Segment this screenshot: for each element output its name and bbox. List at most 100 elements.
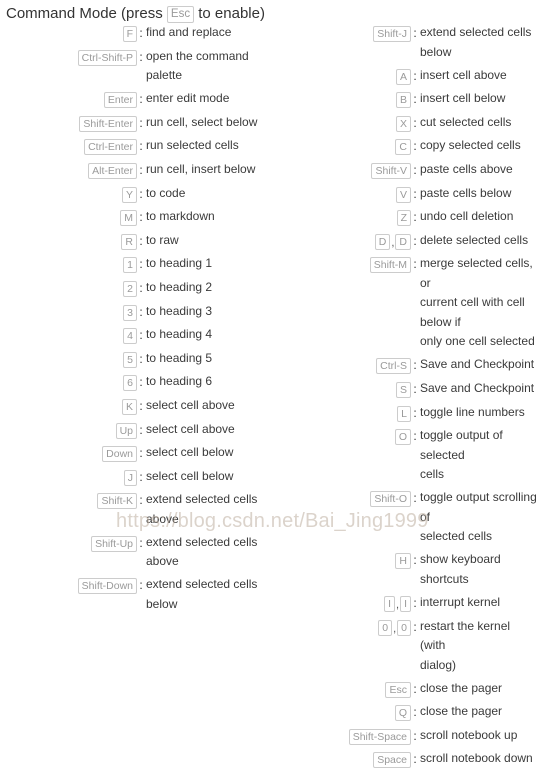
shortcut-row: Enter: enter edit mode xyxy=(0,91,272,109)
shortcut-colon: : xyxy=(139,26,143,40)
shortcut-colon: : xyxy=(413,92,417,107)
shortcut-description-line: Save and Checkpoint xyxy=(420,381,535,396)
shortcut-description-line: select cell below xyxy=(146,468,234,483)
shortcut-row: J: select cell below xyxy=(0,467,272,487)
shortcut-description-line: open the command palette xyxy=(146,48,249,83)
shortcut-colon: : xyxy=(413,619,417,634)
shortcut-colon: : xyxy=(413,681,417,696)
shortcut-row: V: paste cells below xyxy=(276,186,537,204)
shortcut-colon: : xyxy=(413,358,417,373)
shortcut-description: Save and Checkpoint xyxy=(419,379,537,399)
shortcut-row: O: toggle output of selected cells xyxy=(276,428,537,485)
shortcut-description: run cell, insert below xyxy=(145,160,272,180)
shortcut-keys: Ctrl-S xyxy=(276,358,411,375)
shortcut-colon: : xyxy=(139,139,143,154)
shortcut-row: L: toggle line numbers xyxy=(276,403,537,423)
shortcut-keys: O xyxy=(276,429,411,446)
shortcut-keys: Shift-Enter xyxy=(0,115,137,133)
shortcut-keys: Shift-Space xyxy=(276,728,411,746)
key-badge: L xyxy=(397,405,411,422)
shortcut-description-line: merge selected cells, or xyxy=(420,256,533,290)
shortcut-description-line: scroll notebook down xyxy=(420,751,533,766)
key-badge: Shift-O xyxy=(370,491,411,508)
shortcut-colon: : xyxy=(413,405,417,420)
shortcut-description-line: paste cells above xyxy=(420,161,513,176)
shortcut-description-line: run cell, select below xyxy=(146,114,258,129)
shortcut-keys: A xyxy=(276,68,411,86)
shortcut-keys: 1 xyxy=(0,257,137,274)
shortcut-row: 3: to heading 3 xyxy=(0,304,272,322)
shortcut-description-line: to heading 2 xyxy=(146,279,213,294)
shortcut-row: Shift-V: paste cells above xyxy=(276,161,537,180)
shortcut-keys: Shift-Down xyxy=(0,578,137,595)
shortcuts-column-right: Shift-J: extend selected cells below A: ins… xyxy=(276,25,537,776)
key-badge: 2 xyxy=(123,280,137,297)
shortcut-keys: Ctrl-Shift-P xyxy=(0,49,137,67)
shortcut-keys: Shift-V xyxy=(276,162,411,180)
shortcut-description: open the command palette xyxy=(145,47,272,86)
key-badge: Shift-Enter xyxy=(79,115,137,132)
shortcut-description: close the pager xyxy=(419,679,537,699)
key-badge: I xyxy=(400,596,411,612)
shortcut-keys: Ctrl-Enter xyxy=(0,139,137,156)
shortcut-description: insert cell below xyxy=(419,89,537,109)
shortcut-colon: : xyxy=(139,398,143,413)
shortcut-colon: : xyxy=(413,596,417,610)
shortcut-keys: Enter xyxy=(0,92,137,109)
shortcut-description: undo cell deletion xyxy=(419,207,537,227)
shortcuts-column-left: F: find and replace Ctrl-Shift-P: open the … xyxy=(0,23,272,621)
key-badge: K xyxy=(121,398,137,415)
shortcut-colon: : xyxy=(139,469,143,484)
shortcut-description-line: insert cell above xyxy=(420,67,507,82)
page-title-suffix: to enable) xyxy=(198,5,265,22)
shortcut-row: Down: select cell below xyxy=(0,445,272,463)
key-badge: 4 xyxy=(123,328,137,345)
key-badge: Shift-Up xyxy=(91,535,137,552)
shortcut-description: scroll notebook down xyxy=(419,749,537,769)
shortcut-description-line: undo cell deletion xyxy=(420,209,514,224)
shortcut-description: select cell below xyxy=(145,467,272,487)
shortcut-colon: : xyxy=(139,422,143,437)
shortcut-colon: : xyxy=(413,705,417,720)
shortcut-description: toggle line numbers xyxy=(419,403,537,423)
shortcut-description-line: show keyboard shortcuts xyxy=(420,552,501,586)
shortcut-keys: 0,0 xyxy=(276,619,411,637)
shortcut-description-line: toggle output scrolling of xyxy=(420,490,537,524)
key-badge: I xyxy=(384,596,396,612)
shortcut-description: to heading 1 xyxy=(145,254,272,274)
key-badge: Shift-M xyxy=(369,257,411,274)
shortcut-description-line: select cell above xyxy=(146,397,235,412)
shortcut-colon: : xyxy=(139,328,143,343)
shortcut-row: D, D: delete selected cells xyxy=(276,231,537,251)
shortcut-row: Up: select cell above xyxy=(0,420,272,440)
shortcut-description-line: run cell, insert below xyxy=(146,161,256,176)
shortcut-description: toggle output scrolling of selected cells xyxy=(419,488,537,547)
shortcut-keys: I,I xyxy=(276,596,411,613)
shortcut-description: select cell above xyxy=(145,420,272,440)
shortcut-colon: : xyxy=(139,233,143,248)
shortcut-row: I, I: interrupt kernel xyxy=(276,595,537,613)
key-badge: Space xyxy=(373,752,411,769)
shortcut-keys: R xyxy=(0,233,137,251)
shortcut-description: delete selected cells xyxy=(419,231,537,251)
shortcut-description-line: to markdown xyxy=(146,209,215,224)
shortcut-row: Ctrl-Enter: run selected cells xyxy=(0,138,272,156)
shortcut-description: cut selected cells xyxy=(419,113,537,133)
key-badge: 5 xyxy=(123,351,137,368)
key-badge: J xyxy=(123,469,137,486)
key-badge: Ctrl-Shift-P xyxy=(77,49,137,66)
shortcut-keys: Esc xyxy=(276,681,411,699)
shortcut-row: Alt-Enter: run cell, insert below xyxy=(0,160,272,180)
shortcut-row: Shift-Space: scroll notebook up xyxy=(276,728,537,746)
key-badge: Q xyxy=(394,705,411,722)
shortcut-row: C: copy selected cells xyxy=(276,138,537,156)
shortcut-keys: Down xyxy=(0,446,137,463)
shortcut-colon: : xyxy=(139,115,143,130)
shortcut-description: insert cell above xyxy=(419,66,537,86)
shortcut-colon: : xyxy=(413,139,417,154)
shortcut-description-line: select cell above xyxy=(146,421,235,436)
shortcut-row: Shift-O: toggle output scrolling of select… xyxy=(276,488,537,547)
shortcut-row: F: find and replace xyxy=(0,23,272,43)
shortcut-keys: 5 xyxy=(0,351,137,369)
shortcut-description: find and replace xyxy=(145,23,272,43)
